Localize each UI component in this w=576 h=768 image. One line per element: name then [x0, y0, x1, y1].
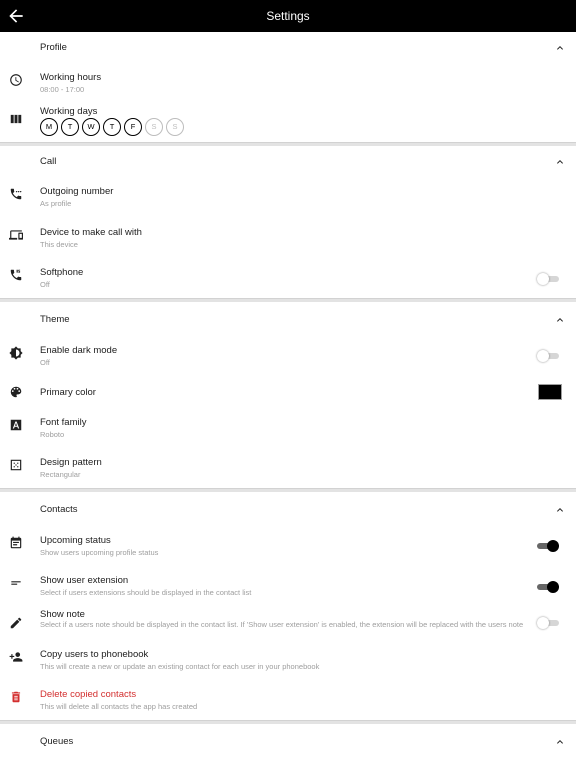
primary-color-swatch[interactable]: [538, 384, 562, 400]
section-divider: [0, 720, 576, 724]
edit-pencil-icon: [10, 617, 22, 629]
setting-subtitle: This device: [40, 240, 78, 249]
show-extension-switch[interactable]: [537, 581, 559, 593]
dialpad-phone-icon: [10, 188, 22, 200]
setting-title: Font family: [40, 417, 87, 428]
section-header-profile[interactable]: Profile: [0, 33, 576, 63]
section-label: Queues: [40, 736, 74, 747]
setting-subtitle: As profile: [40, 199, 72, 208]
section-label: Profile: [40, 42, 67, 53]
setting-subtitle: Select if a users note should be display…: [40, 620, 524, 629]
app-bar: Settings: [0, 0, 576, 32]
setting-call-device[interactable]: Device to make call with This device: [0, 221, 576, 253]
setting-title: Show user extension: [40, 575, 129, 586]
setting-design-pattern[interactable]: Design pattern Rectangular: [0, 451, 576, 483]
brightness-icon: [9, 346, 23, 360]
section-divider: [0, 488, 576, 492]
event-note-icon: [10, 536, 22, 549]
day-toggle-saturday[interactable]: S: [145, 118, 163, 136]
setting-subtitle: This will create a new or update an exis…: [40, 662, 320, 671]
setting-subtitle: Show users upcoming profile status: [40, 548, 159, 557]
setting-show-note[interactable]: Show note Select if a users note should …: [0, 604, 576, 644]
setting-delete-copied-contacts[interactable]: Delete copied contacts This will delete …: [0, 683, 576, 715]
setting-title: Design pattern: [40, 457, 102, 468]
day-toggle-wednesday[interactable]: W: [82, 118, 100, 136]
devices-icon: [9, 230, 23, 240]
chevron-up-icon[interactable]: [554, 314, 566, 326]
setting-title: Enable dark mode: [40, 345, 118, 356]
day-toggle-tuesday[interactable]: T: [61, 118, 79, 136]
setting-title: Softphone: [40, 267, 84, 278]
short-text-icon: [11, 581, 21, 585]
pattern-icon: [10, 459, 22, 471]
setting-working-hours[interactable]: Working hours 08:00 - 17:00: [0, 66, 576, 96]
setting-subtitle: 08:00 - 17:00: [40, 85, 85, 94]
sip-phone-icon: [10, 269, 22, 281]
delete-icon: [11, 691, 21, 703]
setting-outgoing-number[interactable]: Outgoing number As profile: [0, 180, 576, 212]
setting-title: Working days: [40, 106, 98, 117]
upcoming-status-switch[interactable]: [537, 540, 559, 552]
setting-title: Primary color: [40, 387, 96, 398]
chevron-up-icon[interactable]: [554, 42, 566, 54]
section-divider: [0, 142, 576, 146]
font-icon: [10, 419, 22, 431]
setting-primary-color[interactable]: Primary color: [0, 380, 576, 404]
section-label: Theme: [40, 314, 70, 325]
section-label: Contacts: [40, 504, 78, 515]
page-title: Settings: [266, 9, 310, 23]
show-note-switch[interactable]: [537, 617, 559, 629]
setting-title: Show note: [40, 609, 85, 620]
chevron-up-icon[interactable]: [554, 156, 566, 168]
setting-title: Outgoing number: [40, 186, 114, 197]
section-label: Call: [40, 156, 57, 167]
setting-show-extension[interactable]: Show user extension Select if users exte…: [0, 569, 576, 601]
setting-softphone[interactable]: Softphone Off: [0, 261, 576, 293]
view-week-icon: [10, 114, 22, 124]
day-toggle-sunday[interactable]: S: [166, 118, 184, 136]
chevron-up-icon[interactable]: [554, 736, 566, 748]
section-header-call[interactable]: Call: [0, 147, 576, 177]
working-days-selector: M T W T F S S: [40, 118, 184, 136]
section-header-queues[interactable]: Queues: [0, 727, 576, 757]
setting-copy-to-phonebook[interactable]: Copy users to phonebook This will create…: [0, 643, 576, 675]
section-header-theme[interactable]: Theme: [0, 305, 576, 335]
setting-font-family[interactable]: Font family Roboto: [0, 411, 576, 443]
softphone-switch[interactable]: [537, 273, 559, 285]
person-add-icon: [9, 652, 23, 662]
day-toggle-monday[interactable]: M: [40, 118, 58, 136]
setting-title: Delete copied contacts: [40, 689, 137, 700]
section-header-contacts[interactable]: Contacts: [0, 495, 576, 525]
setting-title: Upcoming status: [40, 535, 111, 546]
setting-title: Copy users to phonebook: [40, 649, 149, 660]
setting-subtitle: Off: [40, 358, 50, 367]
setting-subtitle: Select if users extensions should be dis…: [40, 588, 252, 597]
day-toggle-thursday[interactable]: T: [103, 118, 121, 136]
setting-subtitle: This will delete all contacts the app ha…: [40, 702, 198, 711]
clock-icon: [10, 74, 22, 86]
setting-title: Working hours: [40, 72, 102, 83]
setting-subtitle: Roboto: [40, 430, 65, 439]
setting-upcoming-status[interactable]: Upcoming status Show users upcoming prof…: [0, 529, 576, 561]
section-divider: [0, 298, 576, 302]
setting-dark-mode[interactable]: Enable dark mode Off: [0, 339, 576, 371]
chevron-up-icon[interactable]: [554, 504, 566, 516]
setting-subtitle: Off: [40, 280, 50, 289]
setting-title: Device to make call with: [40, 227, 142, 238]
dark-mode-switch[interactable]: [537, 350, 559, 362]
setting-subtitle: Rectangular: [40, 470, 81, 479]
palette-icon: [10, 386, 22, 398]
day-toggle-friday[interactable]: F: [124, 118, 142, 136]
